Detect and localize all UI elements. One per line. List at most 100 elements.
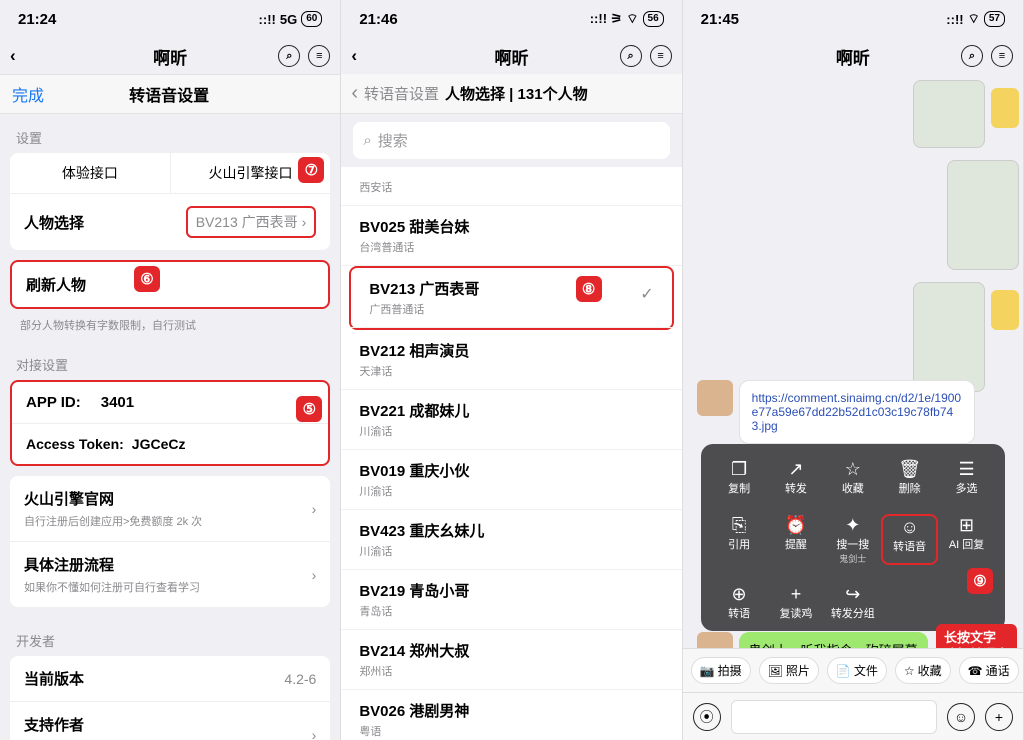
thumb[interactable] xyxy=(913,80,985,148)
voice-item[interactable]: BV019 重庆小伙川渝话 xyxy=(341,450,681,510)
breadcrumb-title: 人物选择 | 131个人物 xyxy=(445,83,588,104)
callout-8: ⑧ xyxy=(576,276,602,302)
thumb[interactable] xyxy=(913,282,985,392)
chevron-right-icon: › xyxy=(312,501,317,517)
menu-icon[interactable]: ‹ xyxy=(10,46,16,66)
tool-file[interactable]: 📄文件 xyxy=(827,657,887,684)
phone-chat: 21:45 ::!! ⌔ 57 啊昕 ⌕ ≡ https://comment.s… xyxy=(683,0,1024,740)
menu-icon[interactable]: ‹ xyxy=(351,46,357,66)
menu-favorite[interactable]: ☆收藏 xyxy=(824,458,881,496)
search-icon[interactable]: ⌕ xyxy=(620,45,642,67)
voice-item[interactable]: BV212 相声演员天津话 xyxy=(341,330,681,390)
link-bubble[interactable]: https://comment.sinaimg.cn/d2/1e/1900e77… xyxy=(739,380,975,444)
menu-quote[interactable]: ⎘引用 xyxy=(711,514,768,565)
voice-item[interactable]: BV219 青岛小哥青岛话 xyxy=(341,570,681,630)
avatar xyxy=(991,88,1019,128)
group-label: 对接设置 xyxy=(0,341,340,380)
menu-to-lang[interactable]: ⊕转语 xyxy=(711,583,768,621)
voice-item[interactable]: BV221 成都妹儿川渝话 xyxy=(341,390,681,450)
search-icon: ⌕ xyxy=(363,132,371,149)
row-support[interactable]: 支持作者 如果你喜欢可以进行赞赏 › xyxy=(10,701,330,740)
menu-multiselect[interactable]: ☰多选 xyxy=(938,458,995,496)
image-thumbnails xyxy=(899,74,1019,398)
engine-segment: 体验接口 火山引擎接口 xyxy=(10,153,330,193)
wifi-icon: ⌔ xyxy=(968,11,980,27)
search-input[interactable]: ⌕ 搜索 xyxy=(353,122,669,159)
phone-voice-list: 21:46 ::!! ⚞ ⌔ 56 ‹ 啊昕 ⌕ ≡ ‹ 转语音设置 人物选择 … xyxy=(341,0,682,740)
callout-6: ⑥ xyxy=(134,266,160,292)
voice-item[interactable]: BV423 重庆幺妹儿川渝话 xyxy=(341,510,681,570)
voice-list[interactable]: 西安话BV025 甜美台妹台湾普通话BV213 广西表哥广西普通话✓⑧ BV212… xyxy=(341,167,681,740)
page-title: 转语音设置 xyxy=(44,82,294,106)
voice-item-selected[interactable]: BV213 广西表哥广西普通话✓ xyxy=(351,268,671,328)
battery-icon: 57 xyxy=(984,11,1005,27)
back-icon[interactable]: ‹ xyxy=(351,82,358,105)
battery-icon: 56 xyxy=(643,11,664,27)
menu-remind[interactable]: ⏰提醒 xyxy=(768,514,825,565)
voice-item[interactable]: 西安话 xyxy=(341,167,681,206)
tool-shoot[interactable]: 📷拍摄 xyxy=(691,657,751,684)
menu-repeat[interactable]: +复读鸡 xyxy=(768,583,825,621)
status-right: ::!! 5G 60 xyxy=(259,11,323,27)
search-icon[interactable]: ⌕ xyxy=(961,45,983,67)
emoji-icon[interactable]: ☺ xyxy=(947,703,975,731)
menu-copy[interactable]: ❐复制 xyxy=(711,458,768,496)
status-time: 21:24 xyxy=(18,11,56,28)
row-refresh[interactable]: 刷新人物 xyxy=(12,262,328,307)
status-time: 21:45 xyxy=(701,11,739,28)
status-time: 21:46 xyxy=(359,11,397,28)
refresh-hint: 部分人物转换有字数限制，自行测试 xyxy=(0,313,340,341)
done-button[interactable]: 完成 xyxy=(12,82,44,106)
status-bar: 21:24 ::!! 5G 60 xyxy=(0,0,340,38)
row-version: 当前版本 4.2-6 xyxy=(10,656,330,701)
menu-forward-group[interactable]: ↪转发分组 xyxy=(824,583,881,621)
voice-item[interactable]: BV214 郑州大叔郑州话 xyxy=(341,630,681,690)
app-topbar: ‹ 啊昕 ⌕ ≡ xyxy=(341,38,681,74)
chat-body: https://comment.sinaimg.cn/d2/1e/1900e77… xyxy=(683,74,1023,740)
text-input[interactable] xyxy=(731,700,937,734)
settings-scroll[interactable]: 设置 体验接口 火山引擎接口 人物选择 BV213 广西表哥 › ⑦ 刷新人物 xyxy=(0,114,340,740)
row-appid[interactable]: APP ID: 3401 xyxy=(12,382,328,423)
row-volc-site[interactable]: 火山引擎官网 自行注册后创建应用>免费额度 2k 次 › xyxy=(10,476,330,541)
page-navbar: 完成 转语音设置 xyxy=(0,74,340,114)
check-icon: ✓ xyxy=(640,284,653,304)
row-register-flow[interactable]: 具体注册流程 如果你不懂如何注册可自行查看学习 › xyxy=(10,541,330,607)
tool-photo[interactable]: 🖼照片 xyxy=(759,657,819,684)
list-icon[interactable]: ≡ xyxy=(650,45,672,67)
voice-input-icon[interactable]: ⦿ xyxy=(693,703,721,731)
tool-fav[interactable]: ☆收藏 xyxy=(895,657,951,684)
menu-ai-reply[interactable]: ⊞AI 回复 xyxy=(938,514,995,565)
search-icon[interactable]: ⌕ xyxy=(278,45,300,67)
tool-call[interactable]: ☎通话 xyxy=(959,657,1019,684)
status-bar: 21:45 ::!! ⌔ 57 xyxy=(683,0,1023,38)
wifi-icon: ⌔ xyxy=(626,11,638,27)
menu-forward[interactable]: ↗转发 xyxy=(768,458,825,496)
voice-item[interactable]: BV025 甜美台妹台湾普通话 xyxy=(341,206,681,266)
app-topbar: ‹ 啊昕 ⌕ ≡ xyxy=(0,38,340,74)
list-icon[interactable]: ≡ xyxy=(991,45,1013,67)
group-label: 开发者 xyxy=(0,617,340,656)
row-person-select[interactable]: 人物选择 BV213 广西表哥 › xyxy=(10,193,330,250)
menu-delete[interactable]: 🗑删除 xyxy=(881,458,938,496)
topbar-title: 啊昕 xyxy=(836,44,870,69)
callout-9: ⑨ xyxy=(967,568,993,594)
app-topbar: 啊昕 ⌕ ≡ xyxy=(683,38,1023,74)
thumb[interactable] xyxy=(947,160,1019,270)
callout-5: ⑤ xyxy=(296,396,322,422)
attachment-toolbar: 📷拍摄🖼照片📄文件☆收藏☎通话▶转 xyxy=(683,648,1023,692)
battery-icon: 60 xyxy=(301,11,322,27)
menu-search[interactable]: ✦搜一搜鬼剑士 xyxy=(824,514,881,565)
list-icon[interactable]: ≡ xyxy=(308,45,330,67)
seg-trial[interactable]: 体验接口 xyxy=(10,153,171,193)
topbar-title: 啊昕 xyxy=(153,44,187,69)
group-label: 设置 xyxy=(0,114,340,153)
chevron-right-icon: › xyxy=(312,727,317,740)
breadcrumb-parent[interactable]: 转语音设置 xyxy=(364,83,439,104)
menu-to-voice[interactable]: ☺转语音 xyxy=(881,514,938,565)
voice-item[interactable]: BV026 港剧男神粤语 xyxy=(341,690,681,740)
avatar xyxy=(991,290,1019,330)
topbar-title: 啊昕 xyxy=(494,44,528,69)
row-token[interactable]: Access Token: JGCeCz xyxy=(12,423,328,464)
plus-icon[interactable]: + xyxy=(985,703,1013,731)
breadcrumb: ‹ 转语音设置 人物选择 | 131个人物 xyxy=(341,74,681,114)
